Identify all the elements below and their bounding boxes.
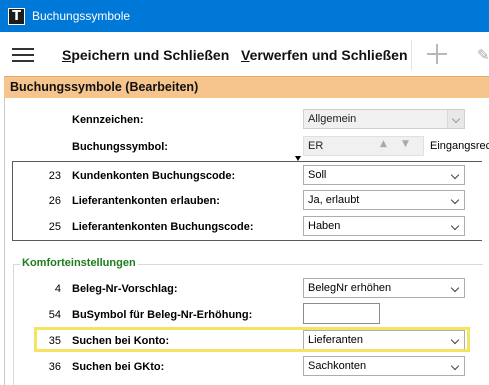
row-number: 54 <box>48 309 61 321</box>
window-titlebar: T Buchungssymbole <box>0 0 489 32</box>
discard-and-close-button[interactable]: Verwerfen und Schließen <box>241 47 408 63</box>
row-number: 4 <box>54 283 61 295</box>
buchungssymbol-label: Buchungssymbol: <box>72 141 168 153</box>
group-border <box>12 162 13 240</box>
triangle-down-icon[interactable]: ▼ <box>402 139 409 149</box>
beleg-nr-vorschlag-dropdown[interactable]: BelegNr erhöhen <box>303 278 465 298</box>
chevron-down-icon[interactable] <box>447 191 464 209</box>
discard-and-close-label: Verwerfen und Schließen <box>241 47 408 63</box>
chevron-down-icon[interactable] <box>447 166 464 184</box>
lieferantenkonten-erlauben-label: Lieferantenkonten erlauben: <box>72 195 220 207</box>
save-and-close-button[interactable]: Speichern und Schließen <box>62 47 229 63</box>
beleg-nr-vorschlag-label: Beleg-Nr-Vorschlag: <box>72 283 178 295</box>
pencil-icon[interactable]: ✎ <box>477 46 489 64</box>
chevron-down-icon[interactable] <box>447 217 464 235</box>
suchen-bei-gkto-value: Sachkonten <box>308 360 367 372</box>
divider-marker <box>295 156 301 161</box>
lieferantenkonten-buchungscode-dropdown[interactable]: Haben <box>303 216 465 236</box>
kennzeichen-value: Allgemein <box>308 113 357 125</box>
chevron-down-icon[interactable] <box>447 357 464 375</box>
panel-border <box>4 98 5 385</box>
row-number: 23 <box>48 170 61 182</box>
kundenkonten-buchungscode-dropdown[interactable]: Soll <box>303 165 465 185</box>
row-number: 36 <box>48 361 61 373</box>
buchungssymbol-description: Eingangsrec <box>430 140 489 152</box>
suchen-bei-gkto-label: Suchen bei GKto: <box>72 361 165 373</box>
group-divider <box>12 161 482 162</box>
app-icon: T <box>8 8 25 25</box>
toolbar: Speichern und Schließen Verwerfen und Sc… <box>0 32 489 77</box>
window-title: Buchungssymbole <box>32 9 131 23</box>
plus-icon[interactable] <box>427 44 447 64</box>
beleg-nr-vorschlag-value: BelegNr erhöhen <box>308 282 392 294</box>
lieferantenkonten-erlauben-dropdown[interactable]: Ja, erlaubt <box>303 190 465 210</box>
toolbar-divider <box>411 40 412 70</box>
buchungssymbol-value: ER <box>308 140 324 152</box>
row-number: 26 <box>48 195 61 207</box>
row-number: 25 <box>48 221 61 233</box>
chevron-down-icon[interactable] <box>447 279 464 297</box>
suchen-bei-gkto-dropdown[interactable]: Sachkonten <box>303 356 465 376</box>
busymbol-beleg-nr-erhoehung-input[interactable] <box>303 303 380 324</box>
section-title: Buchungssymbole (Bearbeiten) <box>10 80 199 94</box>
group-divider <box>12 240 482 241</box>
kundenkonten-buchungscode-value: Soll <box>308 169 327 181</box>
highlight-box <box>34 327 470 352</box>
lieferantenkonten-buchungscode-label: Lieferantenkonten Buchungscode: <box>72 221 254 233</box>
lieferantenkonten-buchungscode-value: Haben <box>308 220 341 232</box>
kundenkonten-buchungscode-label: Kundenkonten Buchungscode: <box>72 170 236 182</box>
kennzeichen-dropdown[interactable]: Allgemein <box>303 109 465 129</box>
save-and-close-label: Speichern und Schließen <box>62 47 230 63</box>
busymbol-beleg-nr-erhoehung-label: BuSymbol für Beleg-Nr-Erhöhung: <box>72 309 253 321</box>
chevron-down-icon[interactable] <box>447 110 464 128</box>
komforteinstellungen-title: Komforteinstellungen <box>20 257 138 269</box>
kennzeichen-label: Kennzeichen: <box>72 114 144 126</box>
hamburger-menu-icon[interactable] <box>12 48 34 62</box>
triangle-up-icon[interactable]: ▲ <box>380 139 387 149</box>
section-header: Buchungssymbole (Bearbeiten) <box>4 76 489 98</box>
lieferantenkonten-erlauben-value: Ja, erlaubt <box>308 194 360 206</box>
